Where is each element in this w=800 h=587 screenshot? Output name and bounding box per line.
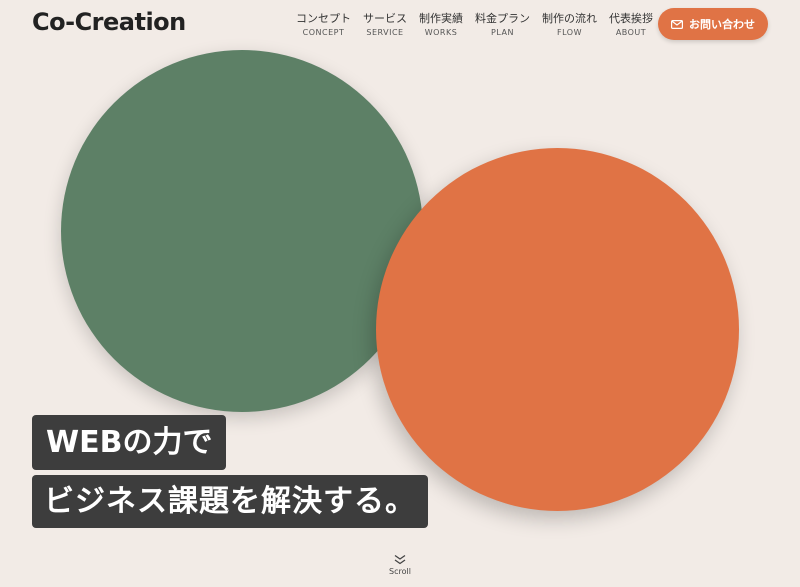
main-nav: コンセプト CONCEPT サービス SERVICE 制作実績 WORKS 料金… [290,12,659,39]
contact-button[interactable]: お問い合わせ [658,8,768,40]
nav-item-works[interactable]: 制作実績 WORKS [413,12,469,39]
nav-sublabel: SERVICE [366,28,404,37]
nav-sublabel: PLAN [491,28,514,37]
site-logo[interactable]: Co-Creation [32,8,186,36]
hero-headline-line1: WEBの力で [32,415,227,470]
nav-label: 制作の流れ [542,12,597,25]
page: Co-Creation コンセプト CONCEPT サービス SERVICE 制… [0,0,800,587]
contact-button-label: お問い合わせ [689,18,755,31]
nav-sublabel: WORKS [424,28,458,37]
nav-item-plan[interactable]: 料金プラン PLAN [469,12,536,39]
nav-label: 料金プラン [475,12,530,25]
nav-label: 代表挨拶 [609,12,653,25]
nav-sublabel: CONCEPT [302,28,345,37]
mail-icon [671,19,683,29]
nav-sublabel: FLOW [557,28,582,37]
double-chevron-down-icon [394,554,406,565]
nav-item-flow[interactable]: 制作の流れ FLOW [536,12,603,39]
nav-item-about[interactable]: 代表挨拶 ABOUT [603,12,659,39]
nav-item-service[interactable]: サービス SERVICE [357,12,413,39]
nav-item-concept[interactable]: コンセプト CONCEPT [290,12,357,39]
hero-headline-line2: ビジネス課題を解決する。 [32,475,428,528]
hero-circle-green [61,50,423,412]
nav-sublabel: ABOUT [615,28,647,37]
nav-label: サービス [363,12,407,25]
nav-label: 制作実績 [419,12,463,25]
scroll-indicator[interactable]: Scroll [380,554,420,576]
nav-label: コンセプト [296,12,351,25]
hero-circle-orange [376,148,739,511]
scroll-label: Scroll [389,567,411,576]
